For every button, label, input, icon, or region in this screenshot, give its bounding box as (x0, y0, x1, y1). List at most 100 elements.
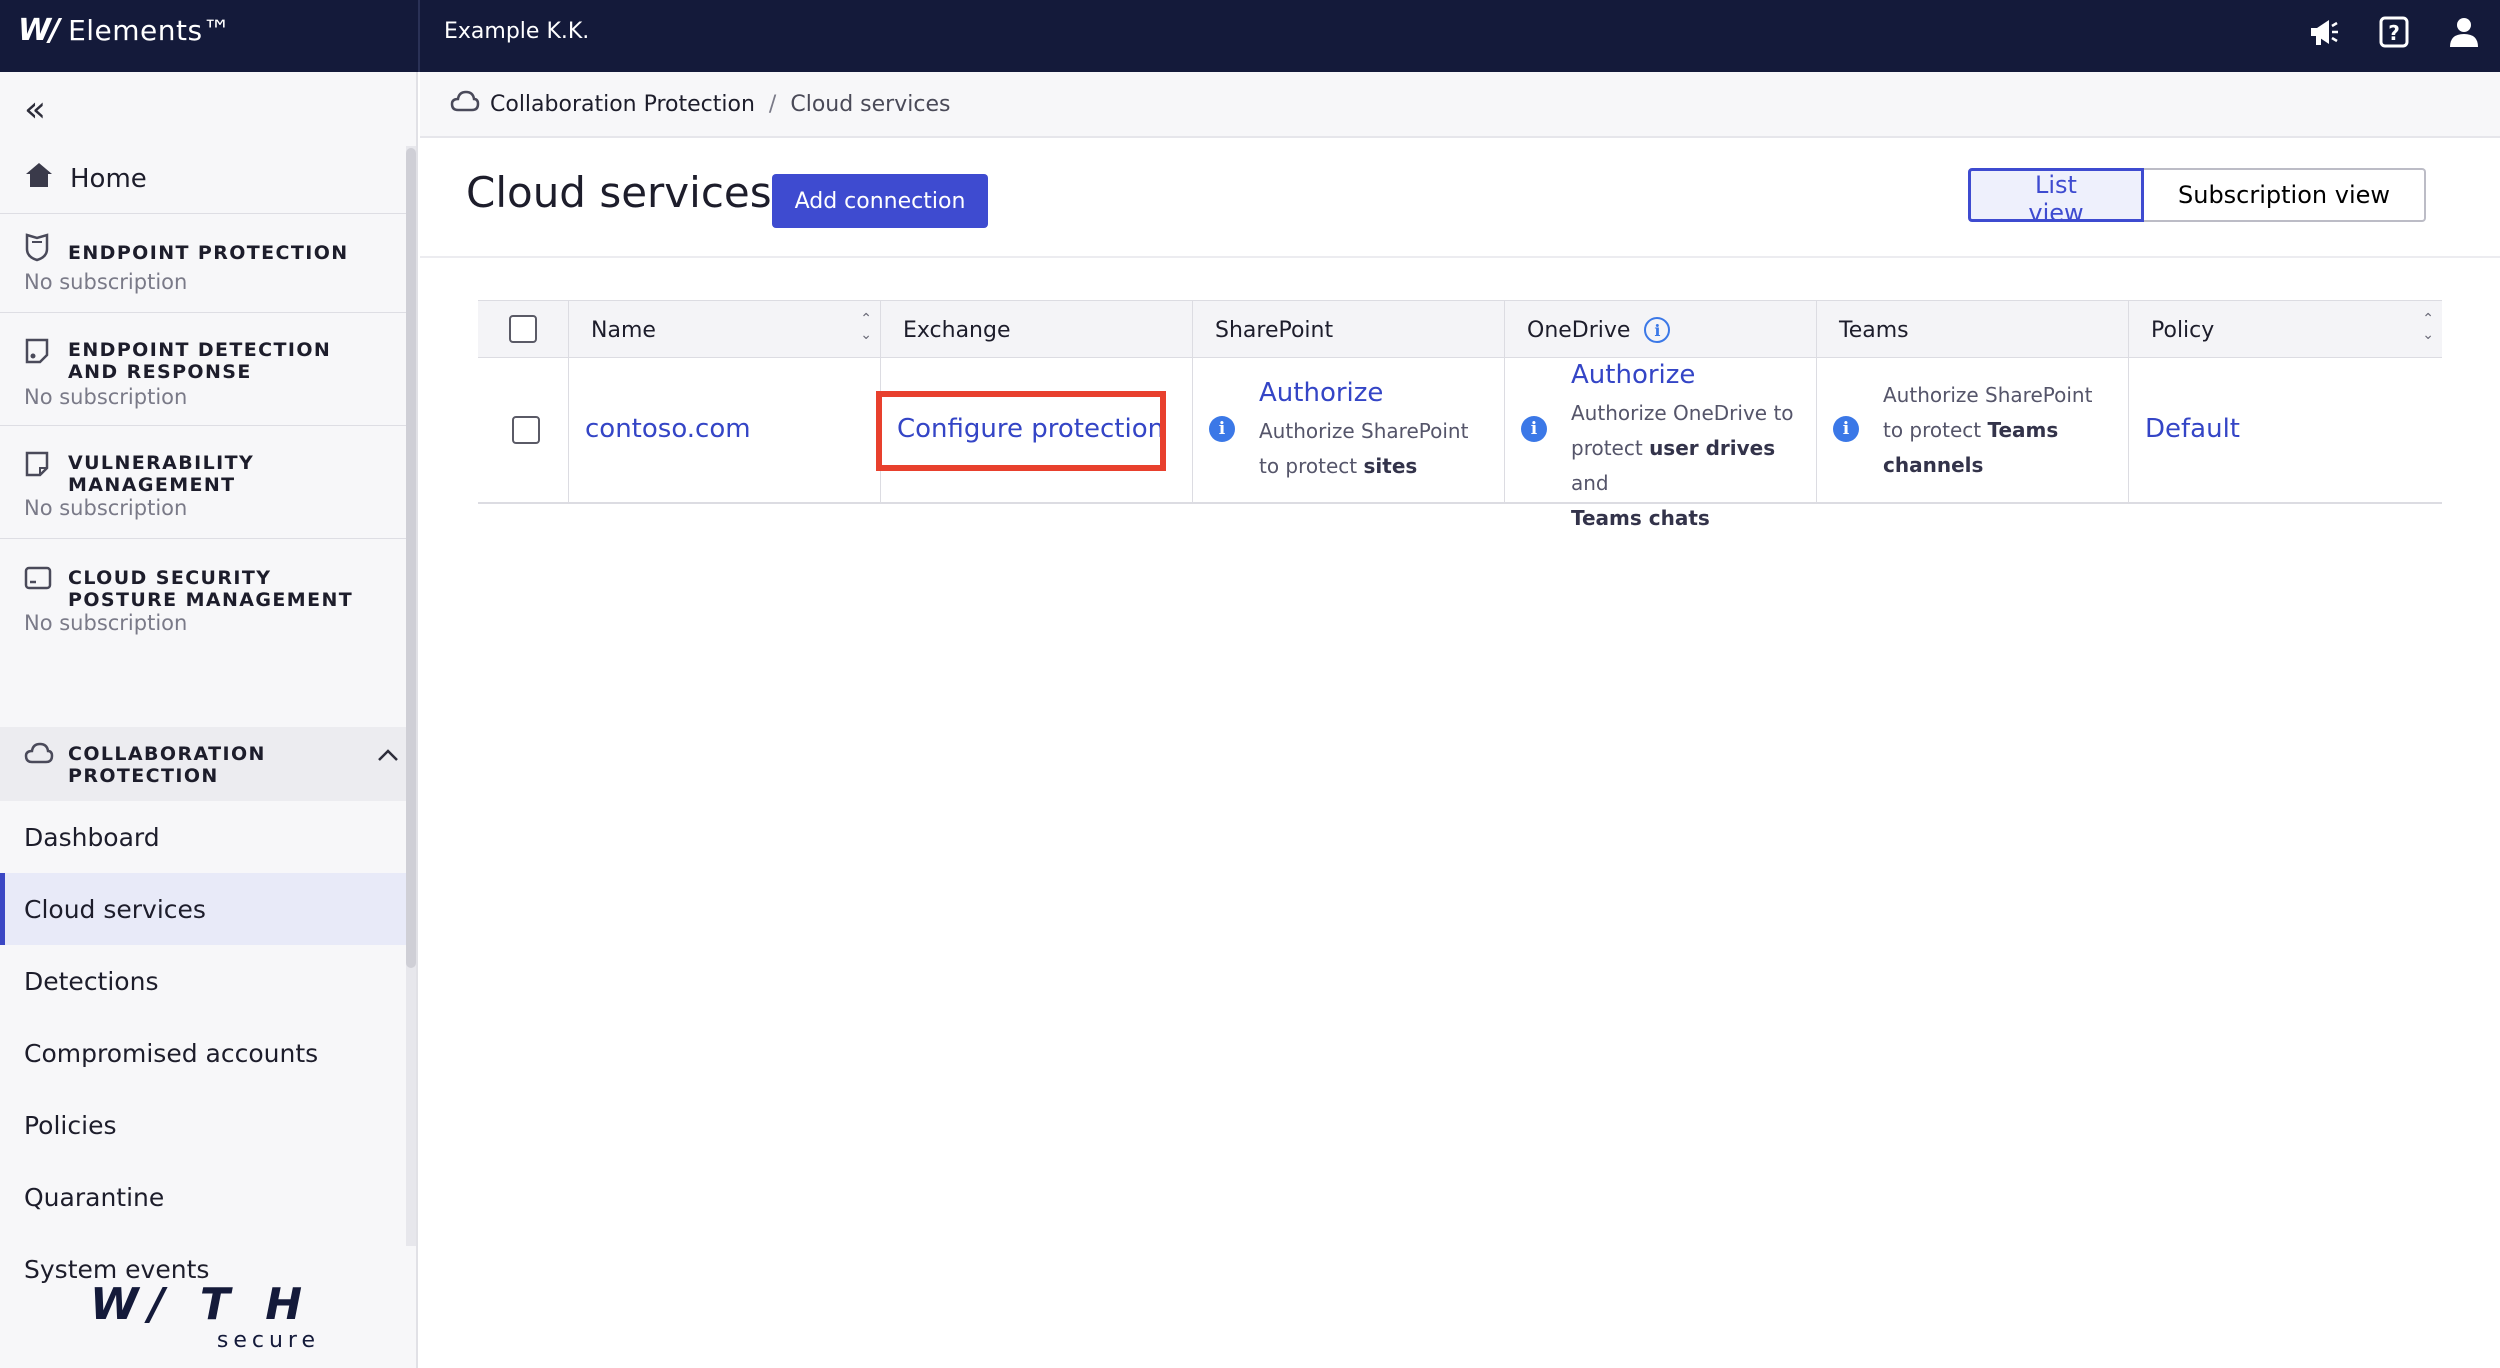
column-header-policy[interactable]: Policy ⌃ ⌄ (2128, 301, 2442, 359)
product-status: No subscription (24, 611, 188, 635)
page-header: Cloud services Add connection List view … (420, 138, 2500, 258)
sidebar-item-policies[interactable]: Policies (0, 1089, 406, 1161)
view-toggle: List view Subscription view (1968, 168, 2426, 227)
description-line: protect (1571, 436, 1650, 460)
help-icon[interactable]: ? (2376, 14, 2412, 50)
policy-link[interactable]: Default (2145, 414, 2240, 444)
sidebar-item-label: Home (70, 163, 147, 194)
highlight-box (876, 391, 1166, 471)
column-label: Exchange (903, 317, 1011, 343)
select-all-checkbox[interactable] (509, 315, 537, 343)
description-line: and (1571, 471, 1609, 495)
product-title-line2: POSTURE MANAGEMENT (68, 589, 354, 611)
column-header-name[interactable]: Name ⌃ ⌄ (568, 301, 880, 359)
megaphone-icon[interactable] (2306, 14, 2342, 50)
sidebar-product-edr[interactable]: ENDPOINT DETECTION AND RESPONSE No subscr… (0, 313, 406, 426)
add-connection-button[interactable]: Add connection (772, 174, 988, 228)
sidebar-item-home[interactable]: Home (0, 144, 406, 214)
onedrive-cell: i Authorize Authorize OneDrive to protect… (1504, 358, 1816, 530)
column-header-onedrive: OneDrive i (1504, 301, 1816, 359)
description-emphasis: Teams (1987, 418, 2059, 442)
teams-description: Authorize SharePoint to protect Teams chan… (1883, 378, 2092, 483)
description-line: Authorize SharePoint (1883, 383, 2093, 407)
breadcrumb-parent[interactable]: Collaboration Protection (490, 92, 755, 117)
product-title-line2: MANAGEMENT (68, 474, 236, 496)
info-icon[interactable]: i (1644, 317, 1671, 343)
info-icon[interactable]: i (1833, 416, 1859, 442)
row-select-cell (478, 358, 568, 504)
breadcrumb-separator: / (768, 91, 777, 117)
document-icon (24, 450, 54, 480)
sort-icon[interactable]: ⌃ ⌄ (2422, 311, 2434, 343)
chevron-up-icon[interactable] (376, 741, 400, 769)
row-checkbox[interactable] (512, 416, 540, 444)
column-label: Policy (2151, 317, 2215, 343)
sidebar-item-compromised-accounts[interactable]: Compromised accounts (0, 1017, 406, 1089)
product-title-line2: PROTECTION (68, 765, 219, 787)
column-header-exchange: Exchange (880, 301, 1192, 359)
product-title-line2: AND RESPONSE (68, 361, 252, 383)
description-line: to protect (1883, 418, 1988, 442)
product-status: No subscription (24, 385, 188, 409)
sidebar-product-vulnerability[interactable]: VULNERABILITY MANAGEMENT No subscription (0, 426, 406, 539)
list-view-button[interactable]: List view (1968, 168, 2144, 227)
document-icon (24, 337, 54, 367)
organization-name[interactable]: Example K.K. (444, 0, 589, 62)
top-icons: ? (2306, 14, 2482, 50)
sidebar-item-detections[interactable]: Detections (0, 945, 406, 1017)
connection-name-link[interactable]: contoso.com (585, 414, 751, 444)
product-status: No subscription (24, 496, 188, 520)
sidebar-product-endpoint-protection[interactable]: ENDPOINT PROTECTION No subscription (0, 214, 406, 313)
product-title: ENDPOINT DETECTION AND RESPONSE (68, 339, 331, 383)
cloud-icon (24, 741, 54, 769)
policy-cell: Default (2128, 358, 2442, 504)
shield-icon (24, 232, 54, 262)
user-icon[interactable] (2446, 14, 2482, 50)
sidebar-scroll-thumb[interactable] (406, 148, 416, 968)
column-label: OneDrive (1527, 317, 1631, 343)
sidebar-item-quarantine[interactable]: Quarantine (0, 1161, 406, 1233)
sharepoint-cell: i Authorize Authorize SharePoint to prote… (1192, 358, 1504, 504)
sidebar-product-cspm[interactable]: CLOUD SECURITY POSTURE MANAGEMENT No subs… (0, 539, 406, 727)
column-label: Name (591, 317, 656, 343)
collapse-sidebar-icon[interactable]: « (24, 92, 46, 128)
info-icon[interactable]: i (1521, 416, 1547, 442)
description-line: Authorize OneDrive to (1571, 401, 1794, 425)
table-row: contoso.com Configure protection i Autho… (478, 358, 2442, 530)
authorize-onedrive-link[interactable]: Authorize (1571, 360, 1695, 390)
product-title-line1: VULNERABILITY (68, 452, 255, 474)
description-line: Authorize SharePoint (1259, 419, 1469, 443)
name-cell: contoso.com (568, 358, 880, 504)
description-line: to protect (1259, 454, 1364, 478)
sidebar-product-collaboration[interactable]: COLLABORATION PROTECTION (0, 727, 406, 801)
description-emphasis: sites (1363, 454, 1418, 478)
column-label: Teams (1839, 317, 1909, 343)
sort-icon[interactable]: ⌃ ⌄ (860, 311, 872, 343)
description-emphasis: user drives (1649, 436, 1776, 460)
description-emphasis: Teams chats (1571, 506, 1710, 530)
product-title: COLLABORATION PROTECTION (68, 743, 266, 787)
product-title: VULNERABILITY MANAGEMENT (68, 452, 254, 496)
column-header-sharepoint: SharePoint (1192, 301, 1504, 359)
subscription-view-button[interactable]: Subscription view (2144, 168, 2426, 222)
onedrive-description: Authorize OneDrive to protect user drives… (1571, 396, 1816, 536)
sharepoint-description: Authorize SharePoint to protect sites (1259, 414, 1468, 484)
info-icon[interactable]: i (1209, 416, 1235, 442)
brand[interactable]: W/ Elements™ (18, 0, 231, 60)
svg-text:?: ? (2388, 21, 2400, 45)
product-title: CLOUD SECURITY POSTURE MANAGEMENT (68, 567, 353, 611)
description-emphasis: channels (1883, 453, 1984, 477)
product-title-line1: COLLABORATION (68, 743, 266, 765)
teams-cell: i Authorize SharePoint to protect Teams ch… (1816, 358, 2128, 504)
sidebar-item-cloud-services[interactable]: Cloud services (0, 873, 406, 945)
product-title: ENDPOINT PROTECTION (68, 242, 349, 264)
product-title-line1: CLOUD SECURITY (68, 567, 272, 589)
home-icon (24, 161, 54, 196)
brand-name: Elements™ (68, 13, 232, 47)
cloud-icon (450, 89, 480, 119)
breadcrumb-current: Cloud services (790, 91, 951, 117)
product-status: No subscription (24, 270, 188, 294)
sidebar: « Home ENDPOINT PROTECTION No subscripti… (0, 72, 418, 1368)
authorize-sharepoint-link[interactable]: Authorize (1259, 378, 1383, 408)
sidebar-item-dashboard[interactable]: Dashboard (0, 801, 406, 873)
